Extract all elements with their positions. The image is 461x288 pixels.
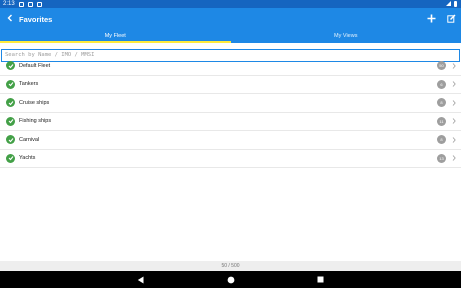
edit-icon [446, 14, 455, 23]
list-item[interactable]: Cruise ships 8 [0, 94, 461, 113]
nav-home-button[interactable] [226, 275, 236, 285]
fleet-name: Tankers [19, 81, 39, 88]
check-circle-icon [6, 61, 15, 71]
chevron-right-icon [451, 98, 457, 107]
shield-status-icon [27, 1, 33, 7]
triangle-back-icon [137, 276, 144, 283]
notification-icon [18, 1, 24, 7]
square-recents-icon [317, 276, 324, 283]
check-circle-icon [6, 79, 15, 89]
search-container [0, 43, 461, 62]
app-bar: Favorites [0, 8, 461, 30]
nav-recents-button[interactable] [316, 275, 326, 285]
chevron-right-icon [451, 135, 457, 144]
battery-icon [454, 1, 457, 7]
vessel-count-badge: 8 [437, 98, 446, 108]
tab-my-fleet[interactable]: My Fleet [0, 30, 231, 43]
chevron-right-icon [451, 117, 457, 126]
list-item[interactable]: Yachts 13 [0, 150, 461, 168]
fleet-name: Yachts [19, 155, 36, 162]
back-button[interactable] [3, 14, 17, 25]
circle-home-icon [227, 276, 234, 283]
arrow-back-icon [7, 14, 12, 21]
fleet-name: Default Fleet [19, 62, 51, 69]
check-circle-icon [6, 116, 15, 126]
edit-button[interactable] [445, 12, 457, 24]
tab-my-views[interactable]: My Views [231, 30, 461, 43]
chevron-right-icon [451, 80, 457, 89]
fleet-list: Default Fleet 50 Tankers 6 Cruise ships … [0, 57, 461, 168]
status-bar: 2:13 [0, 0, 461, 8]
fleet-name: Cruise ships [19, 99, 50, 106]
fleet-name: Carnival [19, 136, 40, 143]
vessel-count-badge: 50 [437, 61, 446, 71]
vessel-count-badge: 8 [437, 135, 446, 145]
status-time: 2:13 [3, 1, 15, 7]
nav-back-button[interactable] [136, 275, 146, 285]
sync-status-icon [36, 1, 42, 7]
chevron-right-icon [451, 154, 457, 163]
vessel-count-badge: 13 [437, 153, 446, 163]
list-item[interactable]: Carnival 8 [0, 131, 461, 150]
check-circle-icon [6, 153, 15, 163]
vessel-count-badge: 6 [437, 79, 446, 89]
add-fleet-button[interactable] [425, 12, 437, 24]
plus-icon [427, 14, 435, 22]
vessel-count-badge: 11 [437, 116, 446, 126]
list-item[interactable]: Default Fleet 50 [0, 57, 461, 76]
check-circle-icon [6, 98, 15, 108]
system-nav-bar [0, 271, 461, 288]
page-title: Favorites [19, 14, 53, 24]
fleet-name: Fishing ships [19, 118, 52, 125]
check-circle-icon [6, 135, 15, 145]
wifi-icon [446, 1, 451, 6]
list-item[interactable]: Tankers 6 [0, 76, 461, 94]
tab-bar: My Fleet My Views [0, 30, 461, 43]
chevron-right-icon [451, 61, 457, 70]
list-item[interactable]: Fishing ships 11 [0, 113, 461, 131]
fleet-usage-footer: 50 / 500 [0, 261, 461, 271]
